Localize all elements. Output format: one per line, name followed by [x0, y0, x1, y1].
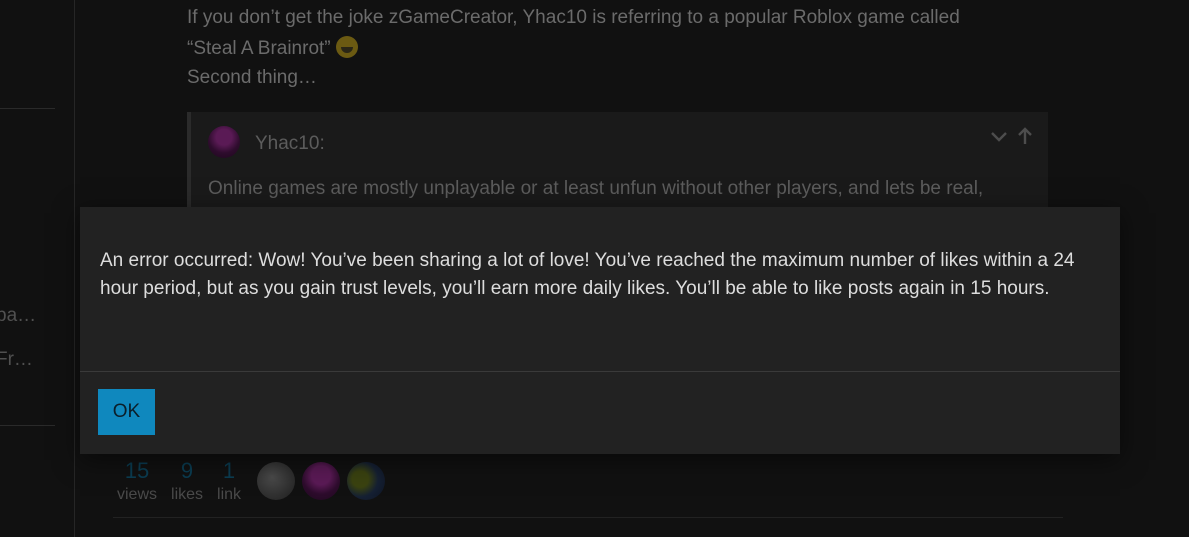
chevron-down-icon[interactable] [988, 126, 1010, 148]
avatar[interactable] [347, 462, 386, 500]
quote-block: Yhac10: Online games are mostly unplayab… [187, 112, 1048, 222]
topic-stats: 15 views 9 likes 1 link [117, 458, 392, 506]
participant-avatars [257, 462, 392, 500]
sidebar: pa… Fr… [0, 0, 75, 537]
arrow-up-icon[interactable] [1014, 126, 1036, 148]
ok-button[interactable]: OK [98, 389, 155, 435]
avatar[interactable] [302, 462, 341, 500]
post-text-line: Second thing… [187, 67, 317, 88]
quote-author[interactable]: Yhac10: [255, 133, 325, 155]
avatar[interactable] [208, 126, 240, 158]
divider [113, 517, 1063, 518]
topic-page: pa… Fr… If you don’t get the joke zGameC… [0, 0, 1189, 537]
post-text-quote-title: “Steal A Brainrot” [187, 38, 331, 59]
views-label: views [117, 486, 158, 503]
links-stat[interactable]: 1 link [217, 458, 241, 506]
quote-body: Online games are mostly unplayable or at… [208, 178, 984, 199]
dialog-divider [80, 371, 1120, 372]
sidebar-item[interactable]: pa… [0, 305, 36, 327]
links-count: 1 [222, 458, 236, 483]
sidebar-divider [0, 425, 55, 426]
views-count: 15 [124, 458, 150, 483]
avatar[interactable] [257, 462, 296, 500]
error-message: An error occurred: Wow! You’ve been shar… [100, 250, 1075, 299]
error-dialog: An error occurred: Wow! You’ve been shar… [80, 207, 1120, 454]
views-stat: 15 views [117, 458, 157, 506]
likes-stat: 9 likes [171, 458, 203, 506]
likes-label: likes [171, 486, 204, 503]
post-text-line: If you don’t get the joke zGameCreator, … [187, 7, 960, 28]
post-text-line: “Steal A Brainrot” [187, 36, 358, 60]
likes-count: 9 [180, 458, 194, 483]
links-label: link [217, 486, 242, 503]
sidebar-item[interactable]: Fr… [0, 349, 33, 371]
sidebar-divider [0, 108, 55, 109]
grinning-face-icon [335, 36, 358, 58]
